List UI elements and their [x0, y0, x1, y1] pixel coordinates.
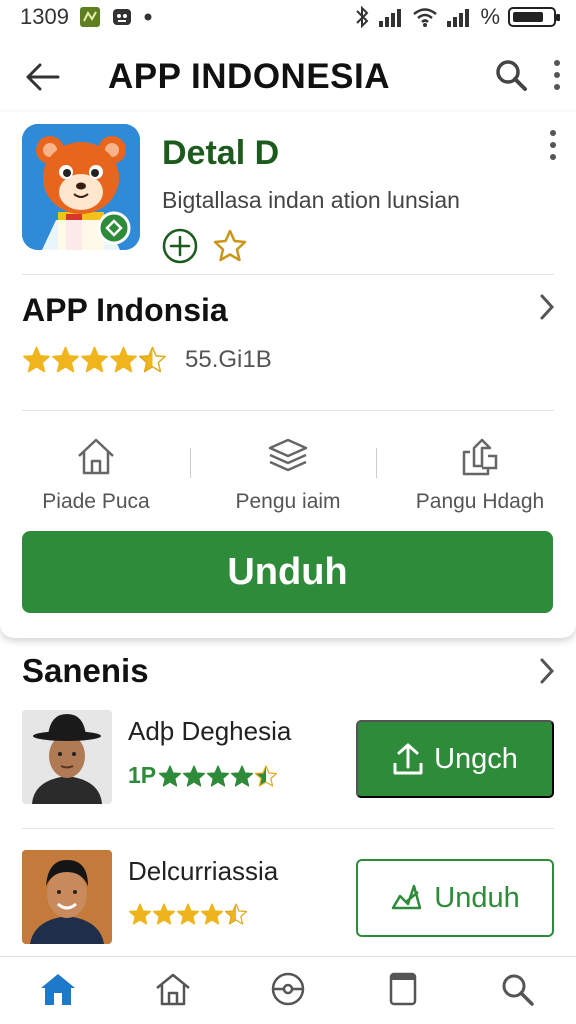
rating-stars — [22, 345, 167, 374]
rating-section[interactable]: APP Indonsia 55.Gi1B — [22, 292, 562, 374]
bottom-navigation — [0, 956, 576, 1024]
item-name: Adþ Deghesia — [128, 716, 292, 746]
star-icon — [176, 903, 200, 925]
item-rating — [128, 902, 248, 926]
separator — [376, 448, 377, 478]
download-button[interactable]: Unduh — [22, 531, 553, 613]
star-outline-icon — [213, 229, 247, 262]
nav-item-books[interactable] — [346, 957, 461, 1024]
search-icon — [496, 59, 527, 91]
item-prefix: 1P — [128, 762, 157, 788]
add-button[interactable] — [162, 228, 198, 269]
upload-button-label: Ungch — [434, 742, 518, 775]
download-outline-label: Unduh — [434, 881, 520, 914]
star-icon — [52, 346, 79, 373]
nav-item-games[interactable] — [230, 957, 345, 1024]
upload-icon — [393, 743, 423, 775]
rating-title: APP Indonsia — [22, 292, 228, 328]
star-icon — [128, 903, 152, 925]
action-item-home[interactable]: Piade Puca — [0, 434, 192, 524]
notification-robot-icon — [111, 6, 133, 28]
action-label: Pangu Hdagh — [415, 490, 545, 513]
app-logo-icon[interactable] — [22, 124, 140, 250]
star-icon — [200, 903, 224, 925]
star-icon — [139, 346, 166, 373]
more-vertical-icon — [550, 130, 556, 160]
action-item-layers[interactable]: Pengu iaim — [192, 434, 384, 524]
action-label: Piade Puca — [42, 490, 150, 513]
home-filled-icon — [40, 974, 75, 1005]
favorite-button[interactable] — [212, 228, 248, 269]
chevron-right-icon — [538, 656, 556, 691]
share-icon — [462, 438, 498, 476]
star-icon — [255, 764, 278, 787]
item-name: Delcurriassia — [128, 856, 279, 886]
upload-button[interactable]: Ungch — [356, 720, 554, 798]
signal-percent: % — [480, 4, 500, 29]
home-outline-icon — [78, 438, 114, 475]
ball-icon — [271, 972, 305, 1006]
star-icon — [183, 764, 206, 787]
app-header: Detal D Bigtallasa indan ation lunsian — [22, 124, 562, 264]
plus-circle-icon — [162, 228, 198, 264]
header-more-button[interactable] — [548, 128, 558, 167]
star-icon — [159, 764, 182, 787]
app-subtitle: Bigtallasa indan ation lunsian — [162, 187, 460, 213]
more-vertical-icon — [554, 59, 560, 90]
action-label: Pengu iaim — [235, 490, 341, 513]
app-size: 55.Gi1B — [185, 345, 272, 373]
avatar — [22, 710, 112, 804]
battery-icon — [508, 7, 560, 27]
list-item[interactable]: Adþ Deghesia 1P Ungch — [22, 710, 554, 806]
rating-stars — [128, 902, 248, 926]
nav-item-library[interactable] — [115, 957, 230, 1024]
signal-bars-icon — [446, 7, 472, 27]
star-icon — [81, 346, 108, 373]
search-icon — [502, 974, 535, 1006]
star-icon — [207, 764, 230, 787]
section-title: Sanenis — [22, 652, 149, 689]
status-bar: 1309 % — [0, 0, 576, 34]
avatar — [22, 850, 112, 944]
star-icon — [224, 903, 248, 925]
notification-app-icon — [79, 6, 101, 28]
star-icon — [231, 764, 254, 787]
divider — [22, 274, 554, 275]
back-button[interactable] — [14, 49, 70, 105]
star-icon — [110, 346, 137, 373]
download-outline-button[interactable]: Unduh — [356, 859, 554, 937]
app-bar: APP INDONESIA — [0, 44, 576, 110]
tablet-icon — [389, 972, 417, 1006]
nav-item-search[interactable] — [461, 957, 576, 1024]
rating-stars — [158, 764, 278, 788]
status-time: 1309 — [20, 4, 69, 29]
back-arrow-icon — [26, 63, 60, 91]
divider — [22, 828, 554, 829]
list-item[interactable]: Delcurriassia Unduh — [22, 850, 554, 946]
notification-dot-icon — [143, 12, 153, 22]
nav-item-home[interactable] — [0, 957, 115, 1024]
chevron-right-icon — [538, 292, 556, 327]
home-outline-icon — [156, 973, 190, 1006]
app-detail-card: Detal D Bigtallasa indan ation lunsian A… — [0, 112, 576, 638]
search-button[interactable] — [494, 58, 528, 97]
section-header[interactable]: Sanenis — [22, 652, 562, 690]
layers-icon — [268, 438, 308, 472]
app-name: Detal D — [162, 134, 280, 172]
star-icon — [152, 903, 176, 925]
item-rating: 1P — [128, 762, 278, 789]
page-title: APP INDONESIA — [108, 57, 391, 96]
overflow-menu-button[interactable] — [552, 58, 562, 97]
star-icon — [23, 346, 50, 373]
separator — [190, 448, 191, 478]
divider — [22, 410, 554, 411]
wifi-icon — [412, 6, 438, 28]
download-plane-icon — [392, 884, 422, 910]
quick-actions: Piade Puca Pengu iaim Pangu Hdagh — [0, 434, 576, 524]
cell-signal-icon — [378, 7, 404, 27]
action-item-share[interactable]: Pangu Hdagh — [384, 434, 576, 524]
bluetooth-icon — [354, 5, 370, 29]
